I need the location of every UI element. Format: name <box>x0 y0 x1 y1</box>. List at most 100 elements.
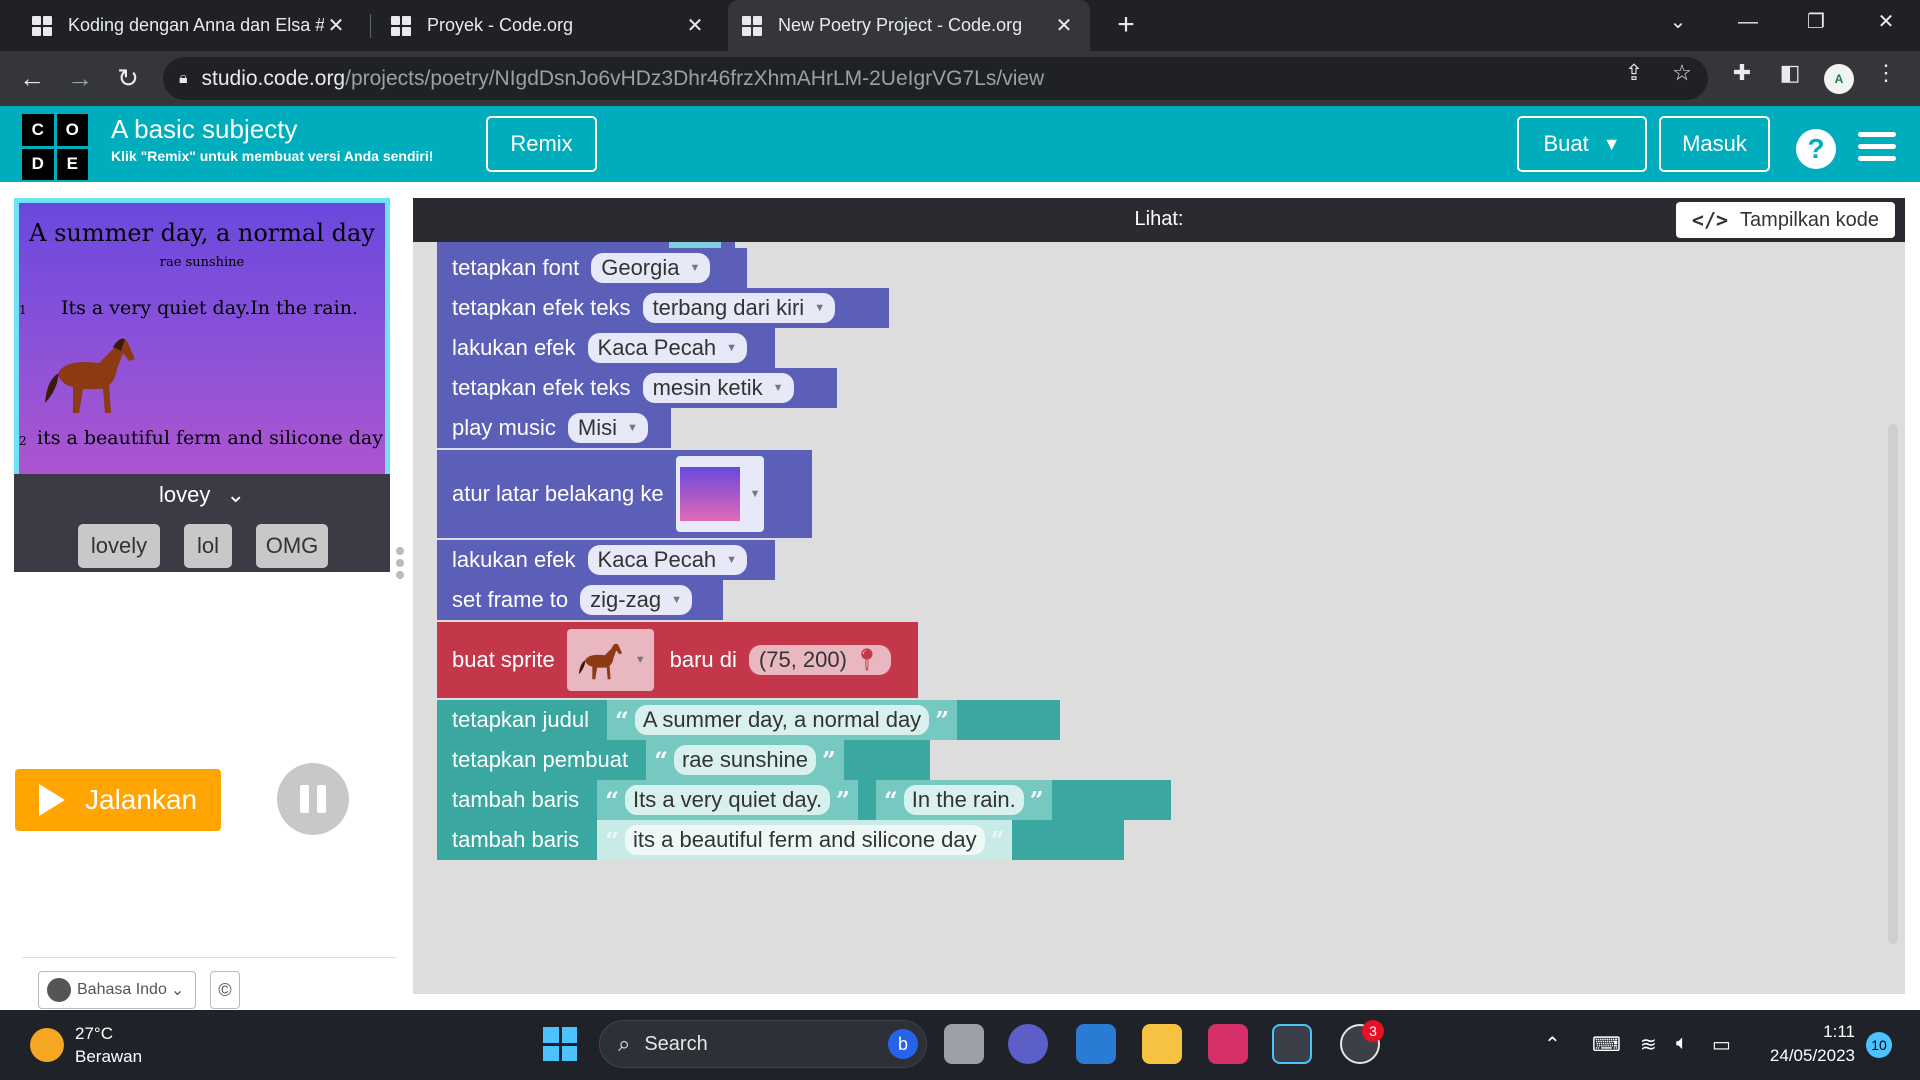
string-block[interactable]: “A summer day, a normal day” <box>607 700 957 740</box>
copyright-button[interactable]: © <box>210 971 240 1009</box>
weather-widget[interactable]: 27°C Berawan <box>75 1022 142 1068</box>
browser-menu-icon[interactable]: ⋮ <box>1868 60 1904 86</box>
panel-resize-handle[interactable] <box>396 547 404 583</box>
hamburger-menu-icon[interactable] <box>1858 132 1896 162</box>
answer-selector[interactable]: lovey ⌄ <box>14 482 390 508</box>
codeorg-header: C O D E A basic subjecty Klik "Remix" un… <box>0 106 1920 182</box>
add-line-block[interactable]: tambah baris “Its a very quiet day.” “In… <box>437 780 1171 820</box>
do-effect-block[interactable]: lakukan efek Kaca Pecah ▼ <box>437 328 775 368</box>
answer-option[interactable]: lovely <box>78 524 160 568</box>
pause-button[interactable] <box>277 763 349 835</box>
set-font-block[interactable]: tetapkan font Georgia ▼ <box>437 248 747 288</box>
string-block[interactable]: “its a beautiful ferm and silicone day” <box>597 820 1013 860</box>
tab-search-icon[interactable]: ⌄ <box>1648 0 1708 44</box>
wifi-icon[interactable]: ≋ <box>1640 1032 1657 1057</box>
instagram-icon[interactable] <box>1208 1024 1248 1064</box>
answer-option[interactable]: lol <box>184 524 232 568</box>
music-dropdown[interactable]: Misi ▼ <box>567 413 648 443</box>
dropdown-value: mesin ketik <box>652 375 763 400</box>
volume-icon[interactable]: 🔈︎ <box>1676 1032 1688 1055</box>
codeorg-logo[interactable]: C O D E <box>22 114 88 180</box>
play-music-block[interactable]: play music Misi ▼ <box>437 408 671 448</box>
side-panel-icon[interactable]: ◧ <box>1772 60 1808 86</box>
string-value[interactable]: Its a very quiet day. <box>625 785 831 815</box>
windows-start-icon[interactable] <box>543 1027 577 1061</box>
microsoft-store-icon[interactable] <box>1272 1024 1312 1064</box>
show-hidden-icons-icon[interactable]: ⌃ <box>1544 1032 1561 1057</box>
poem-line: its a beautiful ferm and silicone day <box>37 427 383 449</box>
logo-letter: D <box>22 148 54 180</box>
reload-icon[interactable]: ↻ <box>110 61 146 97</box>
store-app-icon[interactable] <box>1076 1024 1116 1064</box>
tab-title: New Poetry Project - Code.org <box>778 15 1023 35</box>
browser-tab-3[interactable]: New Poetry Project - Code.org ✕ <box>728 0 1090 51</box>
minimize-icon[interactable]: — <box>1718 0 1778 44</box>
code-workspace[interactable]: tetapkan warna teks tetapkan font Georgi… <box>413 198 1905 994</box>
answer-option[interactable]: OMG <box>256 524 328 568</box>
close-quote-icon: ” <box>836 785 850 815</box>
caret-down-icon: ▼ <box>814 302 826 314</box>
set-author-block[interactable]: tetapkan pembuat “rae sunshine” <box>437 740 930 780</box>
language-select[interactable]: Bahasa Indo ⌄ <box>38 971 196 1009</box>
forward-icon[interactable]: → <box>62 61 98 97</box>
string-value[interactable]: its a beautiful ferm and silicone day <box>625 825 985 855</box>
create-button[interactable]: Buat ▼ <box>1517 116 1647 172</box>
battery-icon[interactable]: ▭ <box>1712 1032 1731 1057</box>
dropdown-value: Misi <box>577 415 618 440</box>
new-tab-icon[interactable]: + <box>1108 8 1144 44</box>
extensions-icon[interactable]: ✚ <box>1724 60 1760 86</box>
tab-close-icon[interactable]: ✕ <box>1052 13 1076 38</box>
set-background-block[interactable]: atur latar belakang ke ▼ <box>437 450 812 538</box>
profile-avatar[interactable]: A <box>1824 64 1854 94</box>
effect-dropdown[interactable]: mesin ketik ▼ <box>642 373 794 403</box>
bing-icon[interactable]: b <box>888 1029 918 1059</box>
window-close-icon[interactable]: ✕ <box>1856 0 1916 44</box>
set-text-effect-block[interactable]: tetapkan efek teks mesin ketik ▼ <box>437 368 837 408</box>
do-effect-block[interactable]: lakukan efek Kaca Pecah ▼ <box>437 540 775 580</box>
system-clock[interactable]: 1:11 24/05/2023 <box>1755 1020 1855 1068</box>
restore-icon[interactable]: ❐ <box>1786 0 1846 44</box>
string-block[interactable]: “In the rain.” <box>875 780 1052 820</box>
teams-chat-icon[interactable] <box>1008 1024 1048 1064</box>
browser-tab-1[interactable]: Koding dengan Anna dan Elsa #2 ✕ <box>18 0 362 51</box>
help-icon[interactable]: ? <box>1796 129 1836 169</box>
sign-in-button[interactable]: Masuk <box>1659 116 1770 172</box>
background-dropdown[interactable]: ▼ <box>675 456 765 532</box>
make-sprite-block[interactable]: buat sprite ▼ baru di (75, 200) 📍︎ <box>437 622 918 698</box>
sprite-dropdown[interactable]: ▼ <box>566 629 654 691</box>
weather-icon[interactable] <box>30 1028 64 1062</box>
url-field[interactable]: 🔒︎ studio.code.org /projects/poetry/NIgd… <box>163 57 1708 100</box>
caret-down-icon: ▼ <box>772 382 784 394</box>
string-block[interactable]: “Its a very quiet day.” <box>597 780 858 820</box>
file-explorer-icon[interactable] <box>1142 1024 1182 1064</box>
tab-close-icon[interactable]: ✕ <box>324 13 348 38</box>
string-value[interactable]: In the rain. <box>903 785 1024 815</box>
font-dropdown[interactable]: Georgia ▼ <box>591 253 711 283</box>
frame-dropdown[interactable]: zig-zag ▼ <box>580 585 692 615</box>
tab-close-icon[interactable]: ✕ <box>683 13 707 38</box>
set-frame-block[interactable]: set frame to zig-zag ▼ <box>437 580 723 620</box>
effect-dropdown[interactable]: Kaca Pecah ▼ <box>587 333 748 363</box>
back-icon[interactable]: ← <box>14 61 50 97</box>
show-code-button[interactable]: </> Tampilkan kode <box>1675 202 1895 238</box>
bookmark-star-icon[interactable]: ☆ <box>1664 60 1700 86</box>
share-icon[interactable]: ⇪ <box>1616 60 1652 86</box>
string-block[interactable]: “rae sunshine” <box>646 740 844 780</box>
notification-count[interactable]: 10 <box>1866 1032 1892 1058</box>
string-value[interactable]: rae sunshine <box>673 745 816 775</box>
browser-tab-2[interactable]: Proyek - Code.org ✕ <box>377 0 721 51</box>
keyboard-icon[interactable]: ⌨ <box>1592 1032 1621 1057</box>
workspace-scrollbar[interactable] <box>1888 424 1898 944</box>
add-line-block[interactable]: tambah baris “its a beautiful ferm and s… <box>437 820 1124 860</box>
run-button[interactable]: Jalankan <box>15 769 221 831</box>
position-field[interactable]: (75, 200) 📍︎ <box>748 645 891 675</box>
remix-button[interactable]: Remix <box>486 116 597 172</box>
effect-dropdown[interactable]: terbang dari kiri ▼ <box>642 293 836 323</box>
string-value[interactable]: A summer day, a normal day <box>634 705 930 735</box>
task-view-icon[interactable] <box>944 1024 984 1064</box>
taskbar-search[interactable]: ⌕ Search b <box>599 1020 927 1068</box>
effect-dropdown[interactable]: Kaca Pecah ▼ <box>587 545 748 575</box>
address-bar: ← → ↻ 🔒︎ studio.code.org /projects/poetr… <box>0 51 1920 106</box>
set-title-block[interactable]: tetapkan judul “A summer day, a normal d… <box>437 700 1060 740</box>
set-text-effect-block[interactable]: tetapkan efek teks terbang dari kiri ▼ <box>437 288 889 328</box>
